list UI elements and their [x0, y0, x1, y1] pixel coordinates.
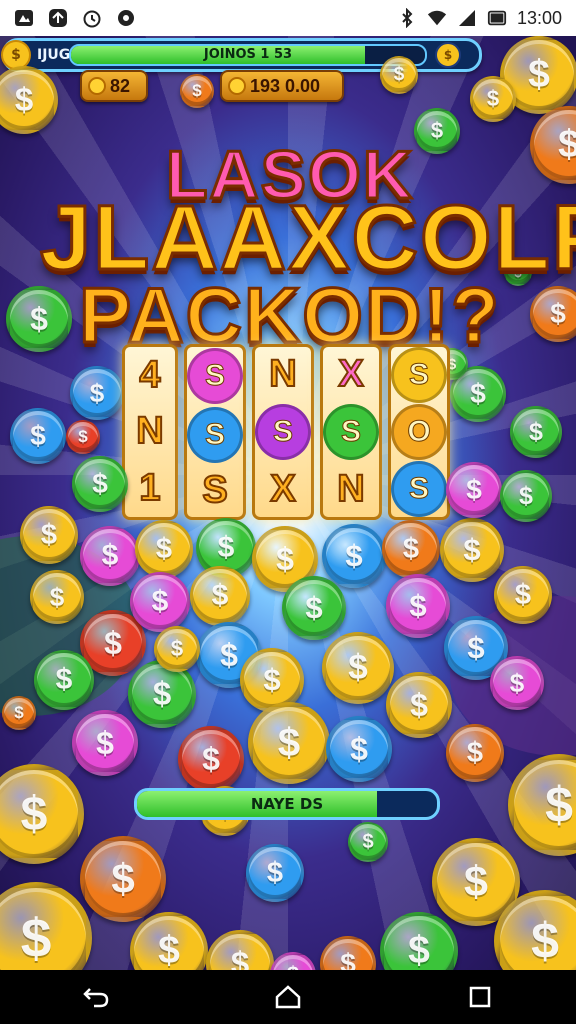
signal-icon [457, 8, 477, 28]
coin-counter[interactable]: 82 [80, 70, 148, 102]
reel-5[interactable]: S O S [388, 344, 450, 520]
reel-symbol: S [187, 406, 243, 463]
coin-icon: $ [72, 456, 128, 512]
battery-icon [487, 8, 507, 28]
coin-icon: $ [70, 366, 124, 420]
wifi-icon [427, 8, 447, 28]
settings-icon [116, 8, 136, 28]
coin-icon: $ [130, 572, 190, 632]
reel-symbol: N [268, 352, 297, 396]
balance-coin-icon [228, 77, 246, 95]
coin-icon: $ [30, 570, 84, 624]
coin-icon: $ [135, 520, 193, 578]
balance-counter[interactable]: 193 0.00 [220, 70, 344, 102]
coin-icon: $ [80, 526, 140, 586]
reel-1[interactable]: 4 N 1 [122, 344, 178, 520]
coin-icon: $ [382, 520, 440, 578]
coin-icon: $ [348, 822, 388, 862]
coin-icon: $ [490, 656, 544, 710]
app-icon [14, 8, 34, 28]
coin-icon: $ [180, 74, 214, 108]
coin-icon: $ [80, 836, 166, 922]
coin-icon: $ [72, 710, 138, 776]
coin-icon: $ [326, 716, 392, 782]
coin-icon: $ [470, 76, 516, 122]
coin-icon: $ [282, 576, 346, 640]
coin-icon: $ [178, 726, 244, 792]
back-icon[interactable] [66, 977, 126, 1017]
coin-icon: $ [494, 566, 552, 624]
clock-icon [82, 8, 102, 28]
recents-icon[interactable] [450, 977, 510, 1017]
coin-icon: $ [10, 408, 66, 464]
coin-icon: $ [386, 574, 450, 638]
coin-icon: $ [66, 420, 100, 454]
reel-symbol: 4 [138, 353, 161, 397]
reel-symbol: N [336, 467, 365, 511]
coin-icon: $ [2, 696, 36, 730]
reel-symbol: O [391, 403, 447, 460]
balance-counter-value: 193 0.00 [250, 75, 321, 96]
coin-icon: $ [446, 462, 502, 518]
reel-symbol: S [391, 460, 447, 517]
reel-symbol: S [187, 348, 243, 405]
reel-symbol: S [201, 468, 228, 512]
reel-3[interactable]: N S X [252, 344, 314, 520]
coin-icon: $ [246, 844, 304, 902]
reel-symbol: S [391, 347, 447, 404]
coin-counter-value: 82 [110, 75, 131, 96]
coin-icon: $ [440, 518, 504, 582]
coin-icon: $ [510, 406, 562, 458]
reel-4[interactable]: X S N [320, 344, 382, 520]
coin-icon: $ [446, 724, 504, 782]
reel-symbol: X [337, 352, 364, 396]
bluetooth-icon [397, 8, 417, 28]
top-progress-text: JOINOS 1 53 [203, 47, 293, 62]
reel-symbol: S [323, 403, 379, 460]
home-icon[interactable] [258, 977, 318, 1017]
top-progress-track: JOINOS 1 53 [69, 44, 427, 66]
coin-icon: $ [34, 650, 94, 710]
coin-icon: $ [322, 632, 394, 704]
coin-icon [88, 77, 106, 95]
reel-2[interactable]: S S S [184, 344, 246, 520]
coin-icon: $ [154, 626, 200, 672]
bottom-progress-text: NAYE DS [250, 795, 324, 813]
coin-icon: $ [380, 56, 418, 94]
coin-icon: $ [322, 524, 386, 588]
status-bar: 13:00 [0, 0, 576, 36]
coin-icon: $ [20, 506, 78, 564]
coin-icon: $ [248, 702, 330, 784]
slot-reels[interactable]: 4 N 1 S S S N S X X S N S O S [122, 344, 450, 520]
coin-icon: $ [500, 470, 552, 522]
coin-icon: $ [190, 566, 250, 626]
clock-time: 13:00 [516, 7, 562, 28]
reel-symbol: S [255, 403, 311, 460]
bottom-progress-bar[interactable]: NAYE DS [134, 788, 440, 820]
coin-icon: $ [386, 672, 452, 738]
reel-symbol: 1 [138, 466, 161, 510]
navigation-bar [0, 970, 576, 1024]
reel-symbol: N [135, 409, 164, 453]
game-screen[interactable]: $ IJUG JOINOS 1 53 $ 82 193 0.00 $ $ $ $ $ $ $… [0, 36, 576, 970]
reel-symbol: X [269, 467, 296, 511]
player-label: IJUG [37, 47, 71, 63]
flip-icon [48, 8, 68, 28]
shop-coin-button[interactable]: $ [435, 42, 461, 68]
